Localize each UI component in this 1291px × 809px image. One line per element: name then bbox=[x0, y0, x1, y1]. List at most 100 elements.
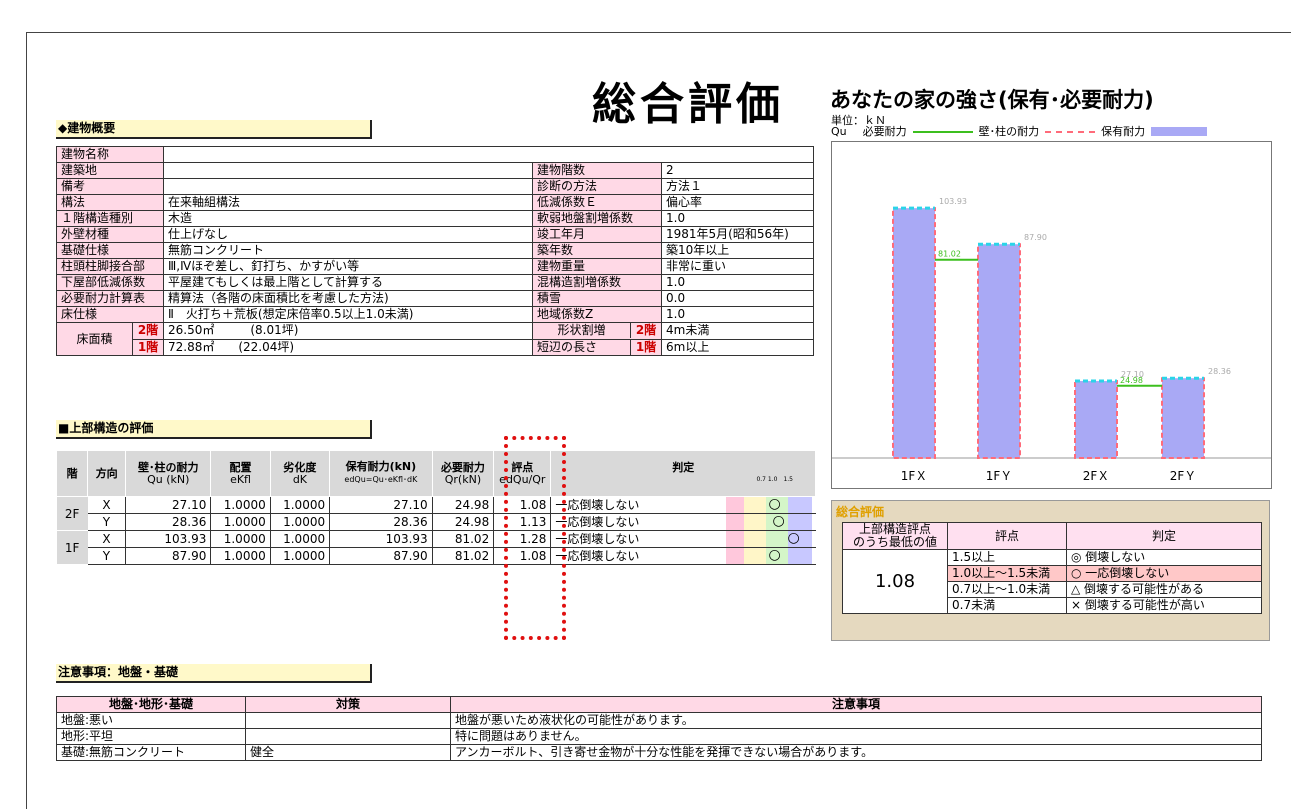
x-tick-label: 1FＸ bbox=[901, 469, 928, 483]
shape-value: 4m未満 bbox=[661, 322, 814, 340]
summary-range: 1.5以上 bbox=[947, 549, 1067, 566]
notes-col-measure: 対策 bbox=[245, 696, 451, 713]
building-row: １階構造種別 木造 軟弱地盤割増係数 1.0 bbox=[56, 210, 814, 227]
x-tick-label: 1FＹ bbox=[986, 469, 1013, 483]
bld-label2: 軟弱地盤割増係数 bbox=[532, 210, 662, 227]
floor1-area: 72.88㎡ (22.04坪) bbox=[163, 338, 533, 356]
bld-value: 精算法（各階の床面積比を考慮した方法) bbox=[163, 290, 533, 307]
min-score: 1.08 bbox=[842, 549, 948, 614]
legend-need-label: 必要耐力 bbox=[862, 125, 907, 138]
building-row: 必要耐力計算表 精算法（各階の床面積比を考慮した方法) 積雪 0.0 bbox=[56, 290, 814, 307]
hold-cell: 87.90 bbox=[329, 547, 433, 565]
bld-value: 仕上げなし bbox=[163, 226, 533, 243]
bld-label: 外壁材種 bbox=[56, 226, 164, 243]
bld-value2: 1.0 bbox=[661, 306, 814, 323]
notes-cell: 地形:平坦 bbox=[56, 728, 246, 745]
notes-cell: 健全 bbox=[245, 744, 451, 761]
summary-table: 上部構造評点 のうち最低の値 評点 判定 1.08 1.5以上 ◎ 倒壊しない 1.0… bbox=[842, 522, 1262, 614]
floor2-area: 26.50㎡ (8.01坪) bbox=[163, 322, 533, 340]
chart-unit: 単位：ｋＮ Qu 必要耐力 壁･柱の耐力 保有耐力 bbox=[831, 115, 1208, 138]
bld-label2: 建物重量 bbox=[532, 258, 662, 275]
legend-wall-label: 壁･柱の耐力 bbox=[978, 125, 1040, 138]
bar-hold bbox=[892, 207, 936, 459]
x-tick-label: 2FＹ bbox=[1170, 469, 1197, 483]
notes-heading: 注意事項：地盤・基礎 bbox=[56, 664, 372, 683]
bar-hold bbox=[977, 243, 1021, 459]
bld-label2: 混構造割増係数 bbox=[532, 274, 662, 291]
col-wall: 壁･柱の耐力 Qu (kN) bbox=[125, 450, 212, 497]
evaluation-row: Y 87.90 1.0000 1.0000 87.90 81.02 1.08 一応倒壊しない ○ bbox=[57, 547, 816, 565]
judge-mark: ○ bbox=[768, 496, 781, 512]
evaluation-row: 2F X 27.10 1.0000 1.0000 27.10 24.98 1.08 一応倒壊しな… bbox=[56, 496, 816, 531]
bld-label: 建築地 bbox=[56, 162, 164, 179]
col-hold: 保有耐力(kN) edQu=Qu･eKfl･dK bbox=[329, 450, 433, 497]
score-scale: ○ bbox=[725, 513, 812, 530]
upper-heading: ■上部構造の評価 bbox=[56, 420, 372, 439]
bld-value bbox=[163, 178, 533, 195]
bld-value2: 偏心率 bbox=[661, 194, 814, 211]
summary-col1: 上部構造評点 のうち最低の値 bbox=[842, 522, 948, 550]
upper-table: 階 方向 壁･柱の耐力 Qu (kN) 配置 eKfl 劣化度 dK 保有耐力(kN)… bbox=[55, 450, 816, 565]
bld-value: Ⅲ,Ⅳほぞ差し、釘打ち、かすがい等 bbox=[163, 258, 533, 275]
short-value: 6m以上 bbox=[661, 338, 814, 356]
bar-hold bbox=[1074, 380, 1118, 459]
notes-col-caution: 注意事項 bbox=[450, 696, 1262, 713]
score-scale: ○ bbox=[725, 496, 812, 513]
summary-range: 0.7未満 bbox=[947, 597, 1067, 614]
notes-cell bbox=[245, 712, 451, 729]
bld-label: 下屋部低減係数 bbox=[56, 274, 164, 291]
bld-label2: 竣工年月 bbox=[532, 226, 662, 243]
bld-value2: 0.0 bbox=[661, 290, 814, 307]
building-row: 備考 診断の方法 方法１ bbox=[56, 178, 814, 195]
degradation-cell: 1.0000 bbox=[270, 547, 331, 565]
col-judge: 判定 0.7 1.0 1.5 bbox=[550, 450, 816, 497]
degradation-cell: 1.0000 bbox=[270, 496, 331, 514]
hold-cell: 103.93 bbox=[329, 530, 433, 548]
evaluation-row: 1F X 103.93 1.0000 1.0000 103.93 81.02 1.28 一応倒壊… bbox=[56, 530, 816, 565]
summary-judge: △ 倒壊する可能性がある bbox=[1066, 581, 1262, 598]
col-placement: 配置 eKfl bbox=[210, 450, 271, 497]
legend-wall-line bbox=[1045, 130, 1096, 133]
wall-cell: 87.90 bbox=[125, 547, 212, 565]
bld-label2: 地域係数Z bbox=[532, 306, 662, 323]
col-dir: 方向 bbox=[87, 450, 127, 497]
bld-value bbox=[163, 162, 533, 179]
notes-cell bbox=[245, 728, 451, 745]
summary-col2: 評点 bbox=[947, 522, 1067, 550]
building-row: 建築地 建物階数 2 bbox=[56, 162, 814, 179]
bld-value: 平屋建てもしくは最上階として計算する bbox=[163, 274, 533, 291]
summary-range: 1.0以上～1.5未満 bbox=[947, 565, 1067, 582]
need-cell: 24.98 bbox=[432, 513, 495, 531]
bld-label2: 建物階数 bbox=[532, 162, 662, 179]
degradation-cell: 1.0000 bbox=[270, 513, 331, 531]
notes-row: 地盤:悪い 地盤が悪いため液状化の可能性があります。 bbox=[56, 712, 1262, 729]
building-row: 基礎仕様 無筋コンクリート 築年数 築10年以上 bbox=[56, 242, 814, 259]
summary-col3: 判定 bbox=[1066, 522, 1262, 550]
bld-label2: 築年数 bbox=[532, 242, 662, 259]
building-row: 建物名称 bbox=[56, 146, 814, 163]
bar-hold bbox=[1161, 377, 1205, 459]
evaluation-row: Y 28.36 1.0000 1.0000 28.36 24.98 1.13 一応倒壊しない ○ bbox=[57, 513, 816, 531]
judge-text: 一応倒壊しない bbox=[555, 515, 640, 529]
building-row: 柱頭柱脚接合部 Ⅲ,Ⅳほぞ差し、釘打ち、かすがい等 建物重量 非常に重い bbox=[56, 258, 814, 275]
building-row: 外壁材種 仕上げなし 竣工年月 1981年5月(昭和56年) bbox=[56, 226, 814, 243]
bld-label2: 診断の方法 bbox=[532, 178, 662, 195]
bld-value: 在来軸組構法 bbox=[163, 194, 533, 211]
degradation-cell: 1.0000 bbox=[270, 530, 331, 548]
bld-label2: 積雪 bbox=[532, 290, 662, 307]
summary-range: 0.7以上～1.0未満 bbox=[947, 581, 1067, 598]
chart-svg: 103.931FＸ87.901FＹ27.102FＸ28.362FＹ81.0224… bbox=[832, 197, 1271, 483]
bld-label: 柱頭柱脚接合部 bbox=[56, 258, 164, 275]
hold-cell: 28.36 bbox=[329, 513, 433, 531]
summary-judge: × 倒壊する可能性が高い bbox=[1066, 597, 1262, 614]
wall-cell: 103.93 bbox=[125, 530, 212, 548]
need-cell: 24.98 bbox=[432, 496, 495, 514]
placement-cell: 1.0000 bbox=[210, 513, 271, 531]
notes-cell: 地盤が悪いため液状化の可能性があります。 bbox=[450, 712, 1262, 729]
floor-cell: 1F bbox=[56, 530, 88, 565]
col-degradation: 劣化度 dK bbox=[269, 450, 331, 497]
notes-cell: アンカーボルト、引き寄せ金物が十分な性能を発揮できない場合があります。 bbox=[450, 744, 1262, 761]
need-cell: 81.02 bbox=[432, 530, 495, 548]
bar-value-label: 28.36 bbox=[1208, 367, 1231, 376]
building-row: 構法 在来軸組構法 低減係数Ｅ 偏心率 bbox=[56, 194, 814, 211]
